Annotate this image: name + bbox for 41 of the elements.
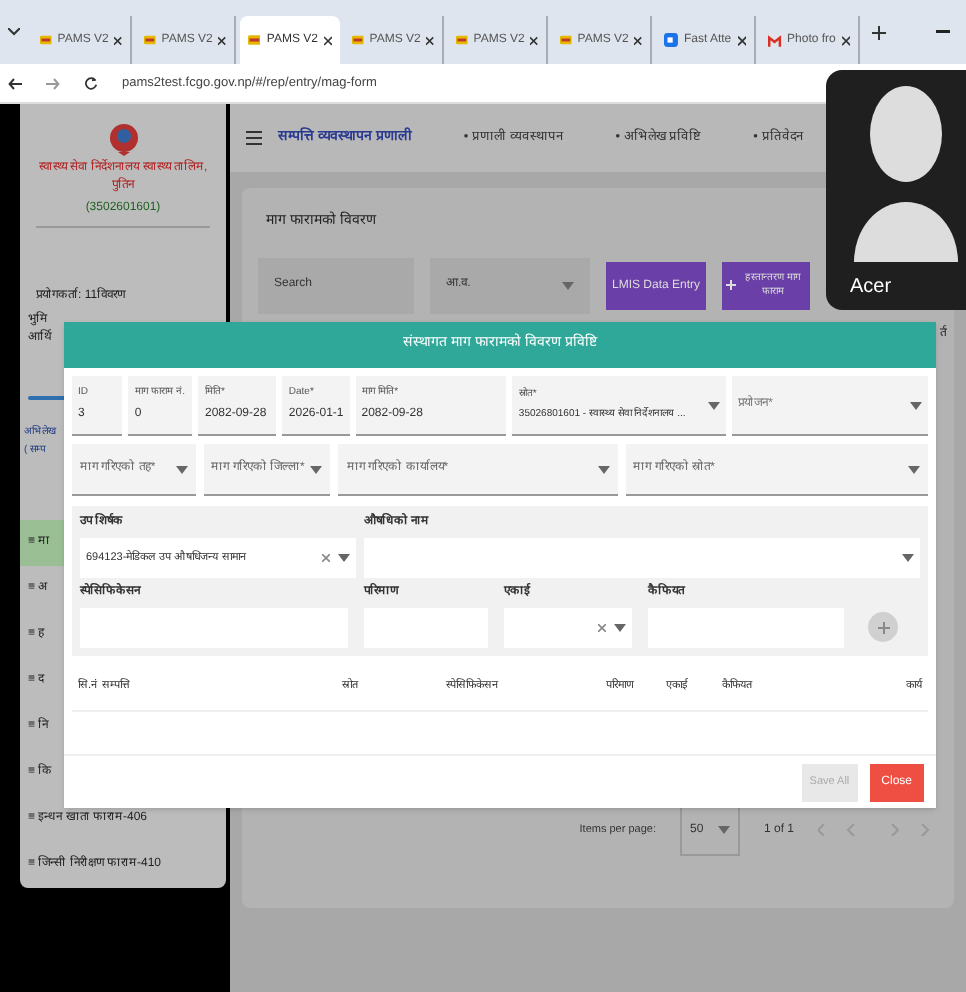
caret-icon (175, 465, 188, 473)
site-icon (456, 34, 468, 46)
close-icon[interactable] (218, 35, 226, 45)
close-icon[interactable] (114, 35, 122, 45)
site-icon (248, 34, 261, 46)
caret-icon (338, 554, 350, 562)
close-icon[interactable] (426, 35, 434, 45)
chevron-down-icon[interactable] (8, 28, 20, 36)
menu-icon[interactable] (246, 130, 262, 146)
close-icon[interactable] (634, 35, 642, 45)
avatar-icon (854, 82, 958, 262)
caret-icon (907, 465, 920, 473)
video-icon (664, 32, 678, 48)
add-item-button[interactable] (868, 612, 898, 642)
caret-icon (597, 465, 610, 473)
site-icon (40, 34, 52, 46)
emblem-icon (107, 120, 139, 156)
minimize-icon[interactable] (936, 30, 950, 34)
clear-icon[interactable] (322, 554, 330, 562)
close-icon[interactable] (737, 35, 746, 45)
site-icon (352, 34, 364, 46)
clear-icon[interactable] (598, 624, 606, 632)
close-icon[interactable] (323, 35, 332, 45)
caret-icon (562, 281, 574, 289)
caret-icon (902, 554, 914, 562)
mail-icon (768, 33, 782, 47)
site-icon (144, 34, 156, 46)
caret-icon (708, 401, 721, 409)
back-icon[interactable] (8, 77, 22, 89)
caret-icon (717, 826, 730, 834)
new-tab-icon[interactable] (872, 25, 886, 39)
close-icon[interactable] (530, 35, 538, 45)
plus-icon (877, 621, 889, 633)
close-icon[interactable] (841, 35, 850, 45)
caret-icon (310, 465, 323, 473)
reload-icon[interactable] (84, 76, 98, 90)
caret-icon (614, 624, 626, 632)
caret-icon (910, 401, 922, 409)
plus-icon (726, 280, 736, 290)
forward-icon[interactable] (46, 77, 60, 89)
site-icon (560, 34, 572, 46)
